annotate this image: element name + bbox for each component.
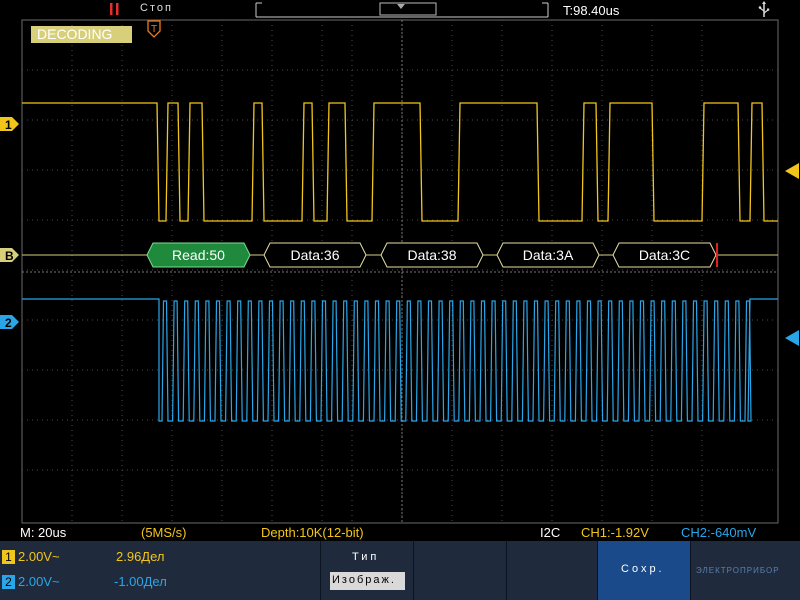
- decode-packet-label: Data:38: [407, 247, 456, 263]
- decode-packet-0: Read:50: [146, 242, 251, 268]
- ch2-trigger-level-marker[interactable]: [785, 330, 799, 346]
- bus-offset-marker-label: B: [5, 249, 14, 263]
- ch2-position: -1.00Дел: [114, 574, 167, 589]
- ch2-offset-marker[interactable]: 2: [0, 315, 19, 330]
- bus-offset-marker[interactable]: B: [0, 248, 19, 263]
- softkey-type-label: Тип: [352, 551, 380, 563]
- decode-packet-1: Data:36: [263, 242, 367, 268]
- decode-packet-label: Data:36: [290, 247, 339, 263]
- ch1-trigger-level: CH1:-1.92V: [581, 525, 649, 540]
- ch2-scale: 2.00V~: [18, 574, 60, 589]
- trigger-marker-label: T: [151, 24, 157, 35]
- decode-packet-2: Data:38: [380, 242, 484, 268]
- ch2-offset-marker-label: 2: [5, 316, 12, 330]
- ch1-offset-marker-label: 1: [5, 118, 12, 132]
- bottom-info-bar: M: 20us (5MS/s) Depth:10K(12-bit) I2C CH…: [0, 523, 800, 541]
- sample-rate-readout: (5MS/s): [141, 525, 187, 540]
- decoding-badge: DECODING: [31, 26, 132, 43]
- trigger-position-marker[interactable]: T: [147, 20, 161, 38]
- softkey-save-label: Сохр.: [621, 563, 665, 575]
- waveform-screen[interactable]: Read:50 Data:36 Data:38 Data:3A Data:3C 1 B 2 T: [0, 0, 800, 600]
- graticule-grid: [21, 19, 779, 524]
- type-value-button[interactable]: Изображ.: [330, 572, 405, 590]
- protocol-readout: I2C: [540, 525, 561, 540]
- watermark-text: ЭЛЕКТРОПРИБОР: [696, 566, 780, 575]
- decode-packet-4: Data:3C: [612, 242, 717, 268]
- decode-packet-label: Data:3A: [523, 247, 574, 263]
- ch1-waveform: [22, 102, 778, 222]
- softkey-6[interactable]: ЭЛЕКТРОПРИБОР: [690, 541, 800, 600]
- ch2-number-badge: 2: [2, 575, 15, 589]
- ch2-trigger-level: CH2:-640mV: [681, 525, 757, 540]
- channel-info-cell: 1 2.00V~ 2.96Дел 2 2.00V~ -1.00Дел: [0, 541, 320, 600]
- decode-packet-label: Data:3C: [639, 247, 690, 263]
- softkey-4[interactable]: [506, 541, 598, 600]
- softkey-type[interactable]: Тип Изображ.: [320, 541, 414, 600]
- ch1-offset-marker[interactable]: 1: [0, 117, 19, 132]
- softkey-3[interactable]: [413, 541, 507, 600]
- decode-packet-label: Read:50: [172, 247, 225, 263]
- ch1-scale: 2.00V~: [18, 549, 60, 564]
- type-value-label: Изображ.: [332, 574, 396, 586]
- decode-packet-3: Data:3A: [496, 242, 600, 268]
- ch1-trigger-level-marker[interactable]: [785, 163, 799, 179]
- softkey-save[interactable]: Сохр.: [597, 541, 691, 600]
- ch1-number-badge: 1: [2, 550, 15, 564]
- decoding-badge-label: DECODING: [37, 26, 113, 42]
- ch2-waveform: [22, 298, 778, 422]
- memory-depth-readout: Depth:10K(12-bit): [261, 525, 364, 540]
- timebase-readout: M: 20us: [20, 525, 67, 540]
- ch1-position: 2.96Дел: [116, 549, 165, 564]
